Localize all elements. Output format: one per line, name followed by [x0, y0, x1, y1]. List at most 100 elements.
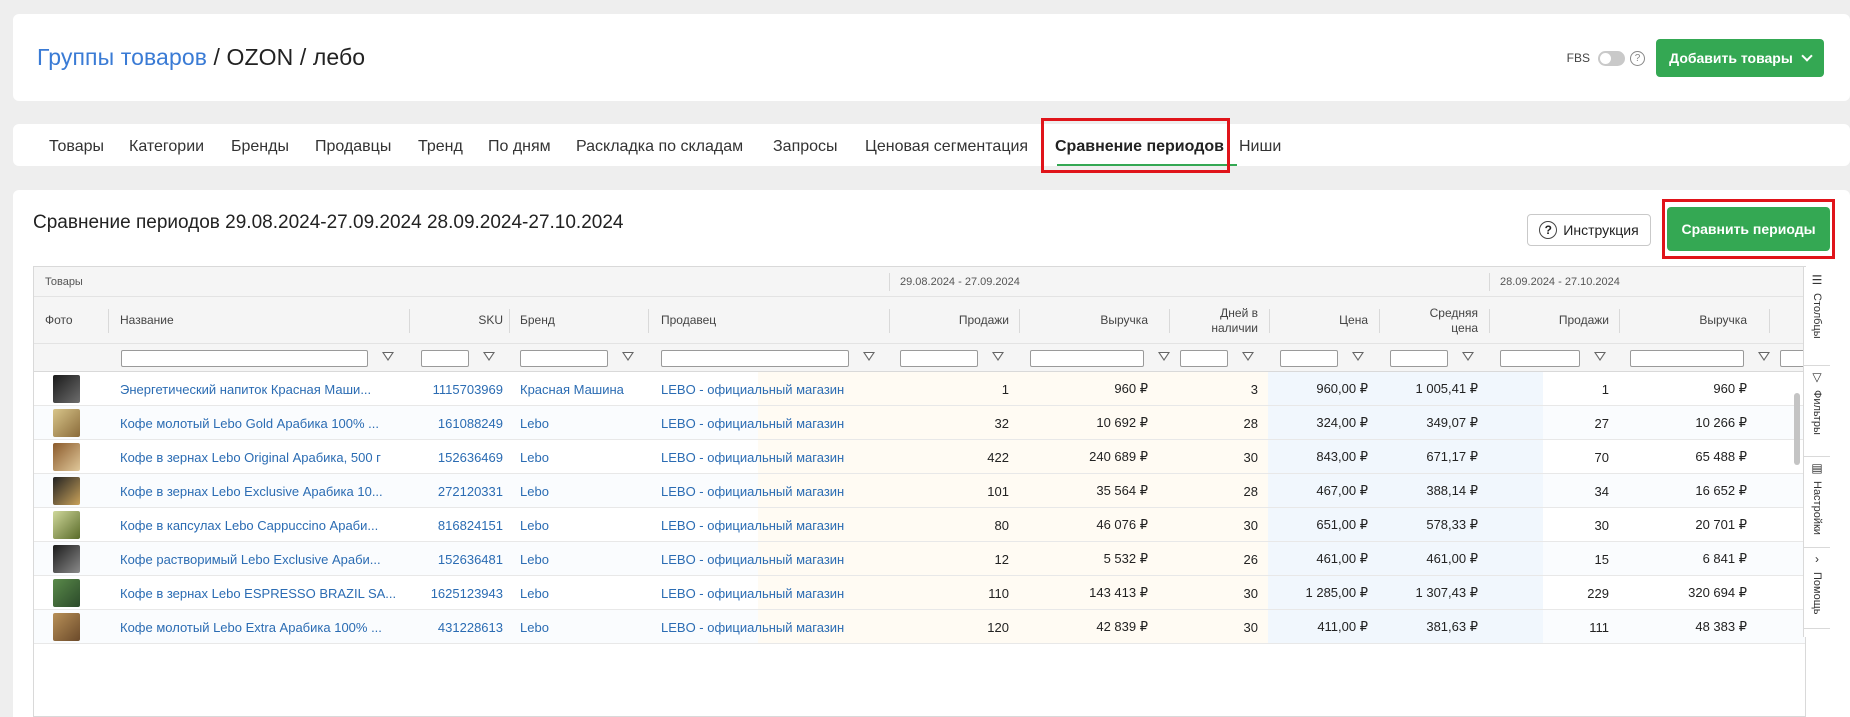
- filter-icon[interactable]: [863, 352, 875, 361]
- tab-products[interactable]: Товары: [49, 138, 104, 156]
- product-brand-link[interactable]: Lebo: [520, 576, 645, 610]
- product-seller-link[interactable]: LEBO - официальный магазин: [661, 508, 886, 542]
- product-name-link[interactable]: Кофе в капсулах Lebo Cappuccino Араби...: [120, 508, 400, 542]
- add-products-button[interactable]: Добавить товары: [1656, 39, 1824, 77]
- product-brand-link[interactable]: Lebo: [520, 610, 645, 644]
- product-brand-link[interactable]: Lebo: [520, 542, 645, 576]
- filter-icon[interactable]: [622, 352, 634, 361]
- filter-icon[interactable]: [1462, 352, 1474, 361]
- filter-icon[interactable]: [382, 352, 394, 361]
- filter-icon[interactable]: [1758, 352, 1770, 361]
- product-brand-link[interactable]: Lebo: [520, 440, 645, 474]
- product-name-link[interactable]: Кофе молотый Lebo Extra Арабика 100% ...: [120, 610, 400, 644]
- product-seller-link[interactable]: LEBO - официальный магазин: [661, 474, 886, 508]
- tab-trend[interactable]: Тренд: [418, 138, 463, 156]
- filter-icon[interactable]: [1352, 352, 1364, 361]
- col-p2-sales[interactable]: Продажи: [1489, 297, 1609, 344]
- table-row[interactable]: Кофе в зернах Lebo Original Арабика, 500…: [34, 440, 1805, 474]
- product-name-link[interactable]: Энергетический напиток Красная Маши...: [120, 372, 400, 406]
- col-p1-avg-price[interactable]: Средняя цена: [1379, 297, 1478, 344]
- product-name-link[interactable]: Кофе в зернах Lebo Original Арабика, 500…: [120, 440, 400, 474]
- filter-sku-input[interactable]: [421, 350, 469, 367]
- product-seller-link[interactable]: LEBO - официальный магазин: [661, 542, 886, 576]
- product-sku-link[interactable]: 1625123943: [409, 576, 503, 610]
- tab-categories[interactable]: Категории: [129, 138, 204, 156]
- filter-p1-avg-input[interactable]: [1390, 350, 1448, 367]
- tab-by-days[interactable]: По дням: [488, 138, 551, 156]
- filter-icon[interactable]: [1594, 352, 1606, 361]
- table-row[interactable]: Кофе в зернах Lebo ESPRESSO BRAZIL SA...…: [34, 576, 1805, 610]
- tab-warehouse-layout[interactable]: Раскладка по складам: [576, 138, 743, 156]
- filter-icon[interactable]: [483, 352, 495, 361]
- col-seller[interactable]: Продавец: [661, 297, 716, 344]
- product-sku-link[interactable]: 161088249: [409, 406, 503, 440]
- product-name-link[interactable]: Кофе в зернах Lebo ESPRESSO BRAZIL SA...: [120, 576, 400, 610]
- product-photo[interactable]: [53, 443, 80, 471]
- table-row[interactable]: Кофе молотый Lebo Gold Арабика 100% ... …: [34, 406, 1805, 440]
- tab-brands[interactable]: Бренды: [231, 138, 289, 156]
- filter-p2-sales-input[interactable]: [1500, 350, 1580, 367]
- tab-price-segmentation[interactable]: Ценовая сегментация: [865, 138, 1028, 156]
- filter-seller-input[interactable]: [661, 350, 849, 367]
- side-filters-button[interactable]: ▽ Фильтры: [1804, 366, 1830, 456]
- product-name-link[interactable]: Кофе молотый Lebo Gold Арабика 100% ...: [120, 406, 400, 440]
- table-scrollbar[interactable]: [1794, 393, 1800, 465]
- table-row[interactable]: Кофе молотый Lebo Extra Арабика 100% ...…: [34, 610, 1805, 644]
- table-row[interactable]: Энергетический напиток Красная Маши... 1…: [34, 372, 1805, 406]
- product-photo[interactable]: [53, 477, 80, 505]
- col-brand[interactable]: Бренд: [520, 297, 555, 344]
- product-photo[interactable]: [53, 511, 80, 539]
- side-columns-button[interactable]: ☰ Столбцы: [1804, 267, 1830, 365]
- product-sku-link[interactable]: 1115703969: [409, 372, 503, 406]
- filter-icon[interactable]: [992, 352, 1004, 361]
- col-p1-revenue[interactable]: Выручка: [1019, 297, 1148, 344]
- product-seller-link[interactable]: LEBO - официальный магазин: [661, 406, 886, 440]
- col-p2-revenue[interactable]: Выручка: [1619, 297, 1747, 344]
- filter-icon[interactable]: [1242, 352, 1254, 361]
- product-seller-link[interactable]: LEBO - официальный магазин: [661, 372, 886, 406]
- breadcrumb-link-groups[interactable]: Группы товаров: [37, 44, 207, 70]
- product-photo[interactable]: [53, 545, 80, 573]
- instruction-button[interactable]: ? Инструкция: [1527, 214, 1651, 246]
- col-p1-sales[interactable]: Продажи: [889, 297, 1009, 344]
- col-photo[interactable]: Фото: [45, 297, 73, 344]
- fbs-help-icon[interactable]: ?: [1630, 50, 1645, 66]
- filter-name-input[interactable]: [121, 350, 368, 367]
- col-p1-days-in-stock[interactable]: Дней в наличии: [1169, 297, 1258, 344]
- product-photo[interactable]: [53, 613, 80, 641]
- product-sku-link[interactable]: 431228613: [409, 610, 503, 644]
- tab-sellers[interactable]: Продавцы: [315, 138, 391, 156]
- product-brand-link[interactable]: Lebo: [520, 406, 645, 440]
- product-seller-link[interactable]: LEBO - официальный магазин: [661, 576, 886, 610]
- tab-queries[interactable]: Запросы: [773, 138, 838, 156]
- product-photo[interactable]: [53, 579, 80, 607]
- product-name-link[interactable]: Кофе в зернах Lebo Exclusive Арабика 10.…: [120, 474, 400, 508]
- product-brand-link[interactable]: Lebo: [520, 508, 645, 542]
- tab-niches[interactable]: Ниши: [1239, 138, 1281, 156]
- table-row[interactable]: Кофе растворимый Lebo Exclusive Араби...…: [34, 542, 1805, 576]
- filter-p2-revenue-input[interactable]: [1630, 350, 1744, 367]
- product-photo[interactable]: [53, 375, 80, 403]
- filter-icon[interactable]: [1158, 352, 1170, 361]
- side-settings-button[interactable]: ▤ Настройки: [1804, 457, 1830, 547]
- product-sku-link[interactable]: 816824151: [409, 508, 503, 542]
- product-brand-link[interactable]: Красная Машина: [520, 372, 645, 406]
- table-row[interactable]: Кофе в зернах Lebo Exclusive Арабика 10.…: [34, 474, 1805, 508]
- col-name[interactable]: Название: [120, 297, 174, 344]
- filter-p1-days-input[interactable]: [1180, 350, 1228, 367]
- filter-p1-revenue-input[interactable]: [1030, 350, 1144, 367]
- col-p1-price[interactable]: Цена: [1269, 297, 1368, 344]
- product-photo[interactable]: [53, 409, 80, 437]
- table-row[interactable]: Кофе в капсулах Lebo Cappuccino Араби...…: [34, 508, 1805, 542]
- fbs-toggle[interactable]: [1598, 50, 1625, 66]
- side-help-button[interactable]: › Помощь: [1804, 548, 1830, 628]
- filter-p1-sales-input[interactable]: [900, 350, 978, 367]
- product-seller-link[interactable]: LEBO - официальный магазин: [661, 440, 886, 474]
- product-sku-link[interactable]: 272120331: [409, 474, 503, 508]
- product-sku-link[interactable]: 152636469: [409, 440, 503, 474]
- product-brand-link[interactable]: Lebo: [520, 474, 645, 508]
- filter-brand-input[interactable]: [520, 350, 608, 367]
- product-sku-link[interactable]: 152636481: [409, 542, 503, 576]
- product-name-link[interactable]: Кофе растворимый Lebo Exclusive Араби...: [120, 542, 400, 576]
- product-seller-link[interactable]: LEBO - официальный магазин: [661, 610, 886, 644]
